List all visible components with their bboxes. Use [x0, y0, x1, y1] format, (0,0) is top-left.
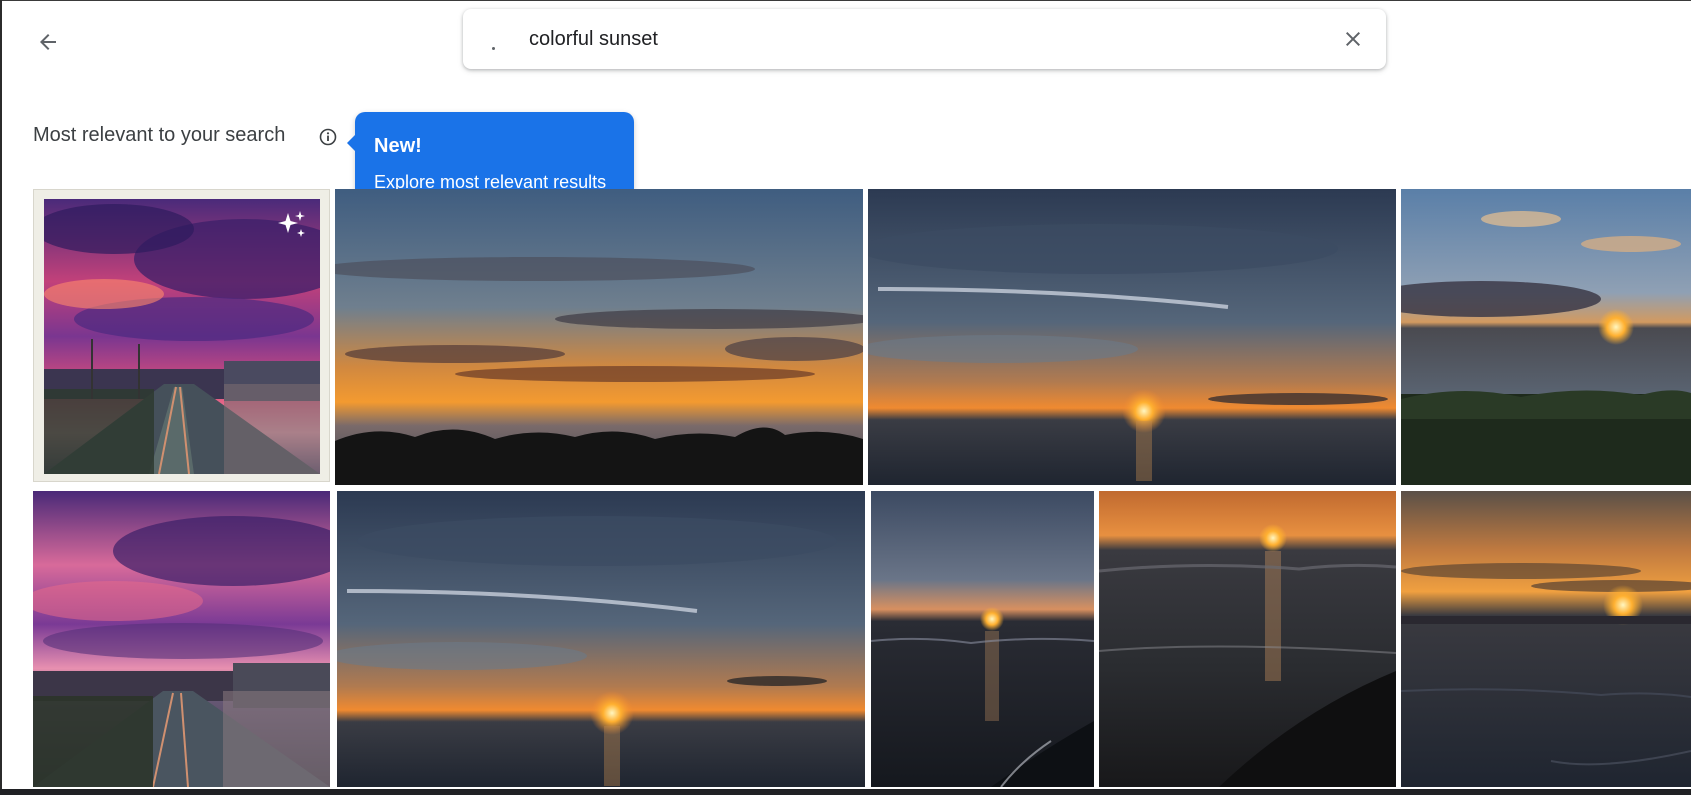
- photo-image: [1099, 491, 1396, 787]
- section-heading: Most relevant to your search: [33, 124, 286, 146]
- arrow-back-icon: [40, 34, 56, 50]
- photo-image: [1401, 189, 1691, 485]
- photo-tile-3[interactable]: [868, 189, 1396, 485]
- photo-image: [868, 189, 1396, 485]
- photo-image: [335, 189, 863, 485]
- photo-tile-5[interactable]: [33, 491, 330, 787]
- photo-tile-6[interactable]: [337, 491, 865, 787]
- photo-image: [871, 491, 1094, 787]
- photo-tile-7[interactable]: [871, 491, 1094, 787]
- photo-tile-2[interactable]: [335, 189, 863, 485]
- window-top-border: [0, 0, 1691, 1]
- search-bar: [463, 9, 1386, 69]
- search-input[interactable]: [529, 23, 1289, 55]
- close-icon: [1346, 32, 1360, 46]
- info-icon[interactable]: [318, 127, 338, 147]
- clear-search-button[interactable]: [1338, 24, 1368, 54]
- back-button[interactable]: [28, 22, 68, 62]
- search-cursor-dot: [492, 47, 495, 50]
- photo-tile-8[interactable]: [1099, 491, 1396, 787]
- photo-image: [337, 491, 865, 787]
- search-results-page: Most relevant to your search New! Explor…: [0, 0, 1691, 795]
- window-left-border: [0, 0, 2, 795]
- photo-image: [44, 199, 320, 474]
- photo-tile-1[interactable]: [33, 189, 330, 482]
- tooltip-title: New!: [374, 135, 422, 157]
- sparkle-icon: [278, 211, 305, 237]
- window-bottom-border: [0, 789, 1691, 795]
- photo-image: [1401, 491, 1691, 787]
- photo-tile-4[interactable]: [1401, 189, 1691, 485]
- tooltip-arrow: [347, 134, 356, 152]
- photo-image: [33, 491, 330, 787]
- photo-tile-9[interactable]: [1401, 491, 1691, 787]
